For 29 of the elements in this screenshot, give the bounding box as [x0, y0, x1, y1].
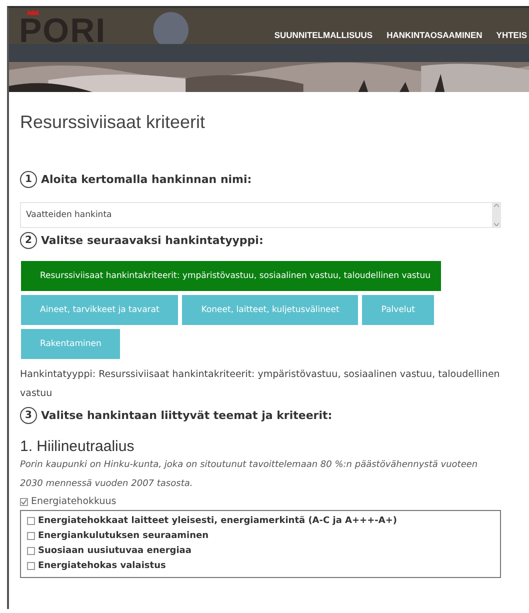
checkbox-label: Suosiaan uusiutuvaa energiaa	[38, 546, 192, 556]
nav-link[interactable]: SUUNNITELMALLISUUS	[274, 30, 373, 40]
checkbox[interactable]	[27, 547, 35, 555]
nav-link[interactable]: YHTEIS	[496, 30, 527, 40]
spinner[interactable]	[492, 202, 501, 228]
input-field[interactable]: Vaatteiden hankinta	[20, 202, 492, 228]
step-number: 3	[20, 407, 37, 424]
down-icon	[494, 223, 499, 226]
step-label: Valitse seuraavaksi hankintatyyppi:	[41, 234, 264, 247]
type-summary: Hankintatyyppi: Resurssiviisaat hankintakriteerit: ympäristövastuu, sosiaalinen vastuu, taloudellinen vastuu	[20, 368, 501, 401]
crown-icon	[27, 10, 39, 15]
checkbox-label: Energiatehokas valaistus	[38, 561, 166, 571]
checkbox-label: Energiatehokkuus	[31, 496, 116, 507]
checkbox[interactable]	[27, 517, 35, 525]
checkbox-label: Energiatehokkaat laitteet yleisesti, energiamerkintä (A-C ja A+++-A+)	[38, 516, 397, 526]
checkbox[interactable]	[27, 532, 35, 540]
type-button[interactable]: Resurssiviisaat hankintakriteerit: ympäristövastuu, sosiaalinen vastuu, taloudellinen vastuu	[21, 261, 441, 291]
theme-title: 1. Hiilineutraalius	[20, 438, 136, 455]
up-icon	[494, 204, 499, 207]
step-number: 2	[20, 232, 37, 249]
checkbox[interactable]	[20, 498, 28, 506]
theme-description: Porin kaupunki on Hinku-kunta, joka on sitoutunut tavoittelemaan 80 %:n päästövähennystä vuoteen 2030 mennessä vuoden 2007 tasosta.	[20, 459, 479, 491]
checkbox-label: Energiankulutuksen seuraaminen	[38, 531, 209, 541]
nav-link[interactable]: HANKINTAOSAAMINEN	[386, 30, 482, 40]
step-label: Valitse hankintaan liittyvät teemat ja kriteerit:	[41, 409, 332, 422]
step-label: Aloita kertomalla hankinnan nimi:	[41, 173, 252, 186]
page-title: Resurssiviisaat kriteerit	[20, 112, 206, 133]
checkbox[interactable]	[27, 562, 35, 570]
step-number: 1	[20, 171, 37, 188]
